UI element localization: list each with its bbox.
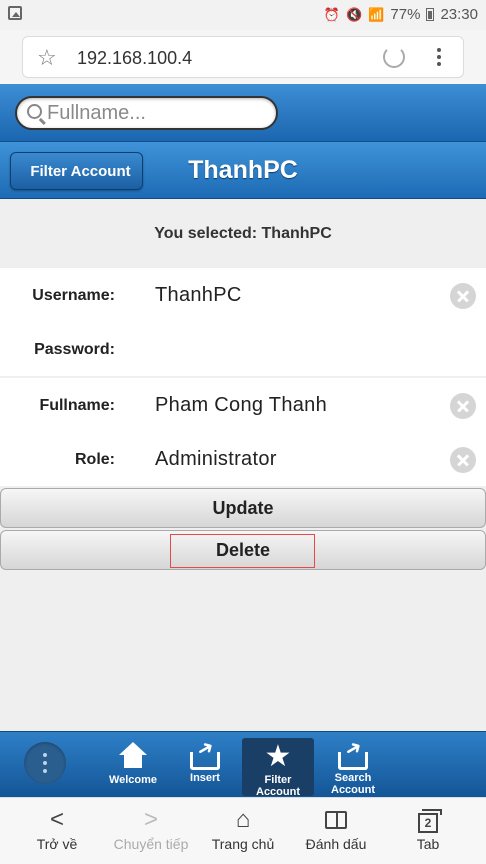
selection-text: You selected: ThanhPC — [0, 200, 486, 268]
reload-icon[interactable] — [383, 46, 405, 68]
nav-label: Search Account — [331, 772, 375, 796]
bookmark-star-icon[interactable]: ☆ — [37, 45, 57, 71]
more-options-icon[interactable] — [437, 45, 443, 69]
home-outline-icon: ⌂ — [235, 806, 251, 833]
username-value-cell — [145, 268, 486, 322]
browser-bookmarks-label: Đánh dấu — [305, 836, 367, 852]
nav-item-insert[interactable]: Insert — [176, 738, 234, 794]
clear-icon[interactable] — [450, 393, 476, 419]
clear-icon[interactable] — [450, 447, 476, 473]
browser-back-button[interactable]: < Trở về — [22, 806, 92, 852]
fullname-value-cell — [145, 378, 486, 432]
update-button[interactable]: Update — [0, 488, 486, 528]
battery-icon — [426, 8, 435, 21]
share-icon — [190, 752, 220, 770]
role-row: Role: — [0, 432, 486, 486]
share-icon — [338, 752, 368, 770]
app-navbar: Welcome Insert ★ Filter Account Search A… — [0, 731, 486, 798]
mute-icon: 🔇 — [346, 6, 363, 22]
role-label: Role: — [0, 432, 145, 486]
alarm-icon: ⏰ — [323, 6, 341, 22]
chevron-left-icon: < — [49, 806, 64, 833]
search-field[interactable] — [15, 96, 278, 130]
username-label: Username: — [0, 268, 145, 322]
wifi-icon: 📶 — [368, 6, 385, 22]
address-bar[interactable]: ☆ 192.168.100.4 — [22, 36, 464, 78]
browser-bookmarks-button[interactable]: Đánh dấu — [298, 806, 374, 852]
page-title: ThanhPC — [188, 156, 298, 184]
search-header — [0, 84, 486, 142]
browser-tabs-button[interactable]: 2 Tab — [400, 806, 456, 852]
browser-home-label: Trang chủ — [211, 836, 275, 852]
password-row: Password: — [0, 322, 486, 376]
username-input[interactable] — [155, 280, 435, 310]
nav-item-search-account[interactable]: Search Account — [314, 738, 392, 796]
browser-forward-label: Chuyển tiếp — [113, 836, 189, 852]
title-bar: Filter Account ThanhPC — [0, 142, 486, 199]
search-input[interactable] — [47, 101, 267, 125]
tabs-icon: 2 — [418, 809, 442, 833]
browser-bottom-bar: < Trở về > Chuyển tiếp ⌂ Trang chủ Đánh … — [0, 797, 486, 864]
gallery-icon — [8, 6, 22, 20]
browser-forward-button[interactable]: > Chuyển tiếp — [108, 806, 194, 852]
username-row: Username: — [0, 268, 486, 322]
fullname-input[interactable] — [155, 390, 435, 420]
nav-label: Welcome — [108, 774, 158, 786]
battery-percent: 77% — [390, 6, 421, 23]
back-button[interactable]: Filter Account — [10, 152, 143, 190]
delete-highlight-box — [170, 534, 315, 568]
clear-icon[interactable] — [450, 283, 476, 309]
home-icon — [118, 742, 148, 772]
nav-label: Filter Account — [256, 774, 300, 798]
password-input[interactable] — [155, 334, 435, 364]
book-icon — [325, 811, 347, 829]
browser-back-label: Trở về — [36, 836, 78, 852]
search-icon — [27, 104, 42, 119]
browser-tabs-label: Tab — [416, 836, 440, 852]
nav-item-filter-account[interactable]: ★ Filter Account — [242, 738, 314, 798]
role-value-cell — [145, 432, 486, 486]
fullname-row: Fullname: — [0, 378, 486, 432]
nav-label: Insert — [190, 772, 220, 784]
password-label: Password: — [0, 322, 145, 376]
browser-home-button[interactable]: ⌂ Trang chủ — [205, 806, 281, 852]
menu-button[interactable] — [24, 742, 66, 784]
status-bar: ⏰ 🔇 📶 77% 23:30 — [0, 0, 486, 30]
url-text[interactable]: 192.168.100.4 — [77, 48, 192, 69]
status-time: 23:30 — [440, 6, 478, 23]
account-form: Username: Password: Fullname: Role: — [0, 268, 486, 486]
fullname-label: Fullname: — [0, 378, 145, 432]
chevron-right-icon: > — [143, 806, 158, 833]
delete-button[interactable]: Delete — [0, 530, 486, 570]
nav-item-welcome[interactable]: Welcome — [103, 738, 163, 794]
browser-toolbar: ☆ 192.168.100.4 — [0, 30, 486, 84]
role-input[interactable] — [155, 444, 435, 474]
star-icon: ★ — [264, 740, 292, 773]
password-value-cell — [145, 322, 486, 376]
status-icons: ⏰ 🔇 📶 77% 23:30 — [324, 6, 478, 23]
